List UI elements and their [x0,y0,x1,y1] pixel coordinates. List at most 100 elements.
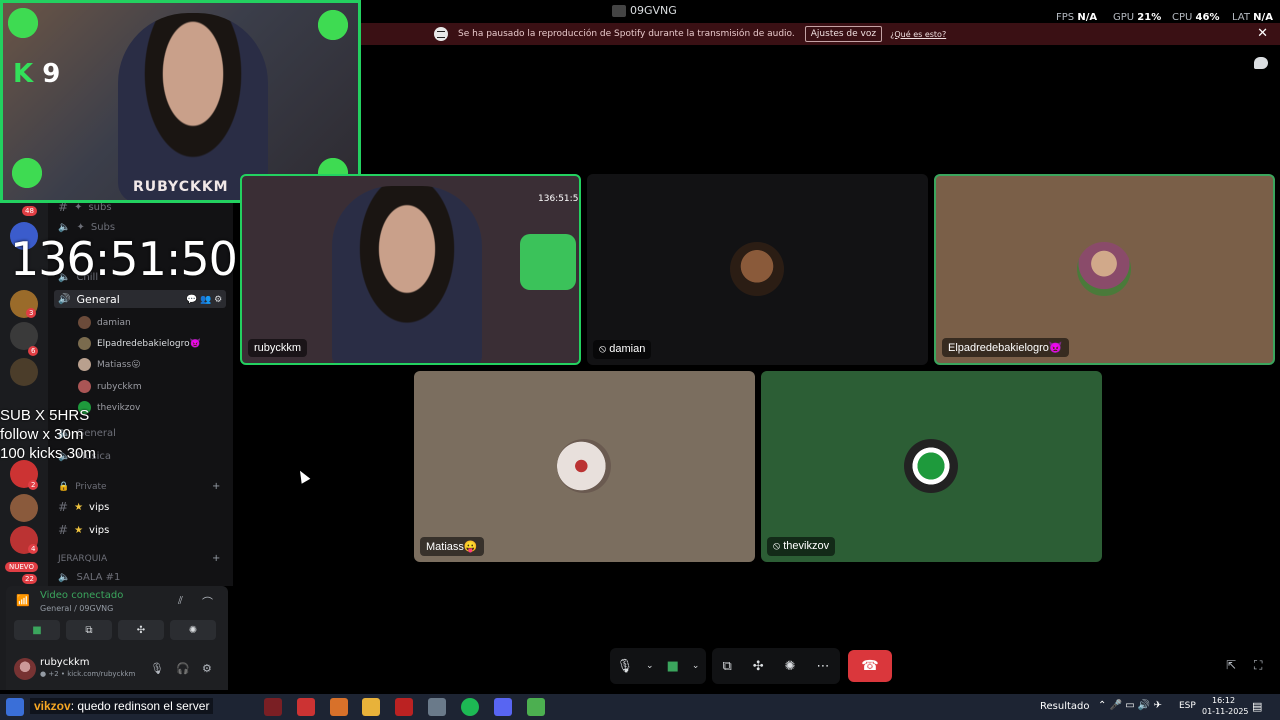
obs-icon[interactable] [297,698,315,716]
avatar[interactable] [14,658,36,680]
discord-icon[interactable] [494,698,512,716]
member-matiass[interactable]: Matiass😛 [78,358,141,371]
video-tile-matiass[interactable]: Matiass😛 [414,371,755,562]
member-rubyckkm[interactable]: rubyckkm [78,380,142,393]
avatar [557,439,611,493]
disconnect-button[interactable]: ☎ [848,650,892,682]
add-channel-icon[interactable]: + [212,553,220,564]
tray-icons[interactable]: ⌃ 🎤 ▭ 🔊 ✈ [1098,700,1162,711]
screen-share-icon[interactable]: ⧉ [722,659,731,674]
sub-goals: SUB X 5HRS follow x 30m 100 kicks 30m [0,407,96,462]
camera-icon: ■ [32,624,42,636]
voice-settings-button[interactable]: Ajustes de voz [804,26,883,42]
spotify-icon[interactable] [461,698,479,716]
screen-share-icon: ⧉ [85,624,93,636]
soundboard-icon: ✺ [188,624,198,636]
app-icon[interactable] [264,698,282,716]
leaf-decoration [3,143,57,200]
tile-label: ⦸ thevikzov [767,537,836,556]
language[interactable]: ESP [1179,701,1196,711]
new-badge: NUEVO [5,562,38,572]
leaf-decoration [303,3,358,55]
chevron-down-icon[interactable]: ⌄ [646,661,654,671]
notice-text: Se ha pausado la reproducción de Spotify… [458,29,795,39]
overlay-graphic [520,234,576,290]
more-icon[interactable]: ⋯ [817,659,830,674]
username: rubyckkm [40,657,90,668]
video-tile-thevikzov[interactable]: ⦸ thevikzov [761,371,1102,562]
popout-icon[interactable]: ⇱ [1226,658,1236,672]
speaker-icon: 🔊 [58,294,71,305]
start-icon[interactable] [6,698,24,716]
channel-vips-2[interactable]: # ★ vips [58,523,109,537]
activities-icon: ✣ [136,624,146,636]
microphone-icon[interactable]: 🎙 [150,662,164,675]
add-channel-icon[interactable]: + [212,481,220,492]
chevron-down-icon[interactable]: ⌄ [692,661,700,671]
speaker-icon: 🔈 [58,572,71,583]
noise-suppression-icon[interactable]: ⫽ [178,594,183,608]
voice-channel[interactable]: General / 09GVNG [40,604,113,613]
search-result[interactable]: Resultado [1040,701,1090,712]
user-panel: rubyckkm ● +2 • kick.com/rubyckkm 🎙 🎧 ⚙ [6,652,228,690]
spotify-paused-notice: Se ha pausado la reproducción de Spotify… [361,23,1280,45]
hash-icon: # [58,523,69,537]
channel-general-voice[interactable]: 🔊 General [58,293,120,306]
soundboard-button[interactable]: ✺ [170,620,216,640]
leaf-decoration [3,3,53,53]
member-damian[interactable]: damian [78,316,131,329]
badge: 48 [22,206,37,216]
stream-timer: 136:51:50 [10,232,238,286]
avatar [78,358,91,371]
headphones-icon[interactable]: 🎧 [176,662,190,675]
fullscreen-icon[interactable]: ⛶ [1254,658,1262,673]
soundboard-icon[interactable]: ✺ [785,659,796,674]
microphone-icon[interactable]: 🎙 [617,659,634,674]
latency-stat: LAT N/A [1232,12,1273,23]
category-private[interactable]: 🔒 Private [58,482,107,492]
disconnect-icon[interactable]: ⌒ [202,594,213,610]
video-tile-rubyckkm[interactable]: 136:51:50 rubyckkm [240,174,581,365]
app-icon[interactable] [428,698,446,716]
badge: 22 [22,574,37,584]
clock-time[interactable]: 16:12 [1212,696,1235,705]
app-icon[interactable] [395,698,413,716]
clock-date[interactable]: 01-11-2025 [1202,707,1249,716]
screen-share-button[interactable]: ⧉ [66,620,112,640]
lock-icon: 🔒 [58,482,70,492]
minecraft-icon[interactable] [527,698,545,716]
fps-stat: FPS N/A [1056,12,1098,23]
notification-icon[interactable]: ▤ [1252,700,1262,713]
spotify-icon [434,27,448,41]
server-icon[interactable] [10,358,38,386]
gpu-stat: GPU 21% [1113,12,1162,23]
share-controls: ⧉ ✣ ✺ ⋯ [712,648,840,684]
channel-sala-1[interactable]: 🔈 SALA #1 [58,572,120,583]
camera-button[interactable]: ■ [14,620,60,640]
cam-banner: RUBYCKKM [133,179,229,195]
channel-vips-1[interactable]: # ★ vips [58,500,109,514]
video-tile-damian[interactable]: ⦸ damian [587,174,928,365]
chat-icon[interactable] [1254,57,1268,69]
server-icon[interactable] [10,494,38,522]
voice-status: Video conectado [40,590,124,601]
member-elpadre[interactable]: Elpadredebakielogro👿 [78,337,201,350]
window-title: 09GVNG [612,4,677,17]
tile-timer: 136:51:50 [538,194,581,204]
activities-icon[interactable]: ✣ [753,659,764,674]
channel-actions[interactable]: 💬 👥 ⚙ [186,295,222,305]
close-icon[interactable]: ✕ [1257,26,1268,41]
app-icon[interactable] [330,698,348,716]
folder-icon[interactable] [362,698,380,716]
category-jerarquia[interactable]: JERARQUIA [58,554,107,564]
kick-logo: K 9 [13,59,61,89]
chat-overlay-message: vikzov: quedo redinson el server [30,698,214,714]
whats-this-link[interactable]: ¿Qué es esto? [890,30,946,39]
user-status: ● +2 • kick.com/rubyckkm [40,670,136,678]
cpu-stat: CPU 46% [1172,12,1220,23]
gear-icon[interactable]: ⚙ [202,662,212,675]
hangup-icon: ☎ [861,658,879,674]
camera-icon[interactable]: ■ [667,659,679,674]
video-tile-elpadre[interactable]: Elpadredebakielogro👿 [934,174,1275,365]
activities-button[interactable]: ✣ [118,620,164,640]
